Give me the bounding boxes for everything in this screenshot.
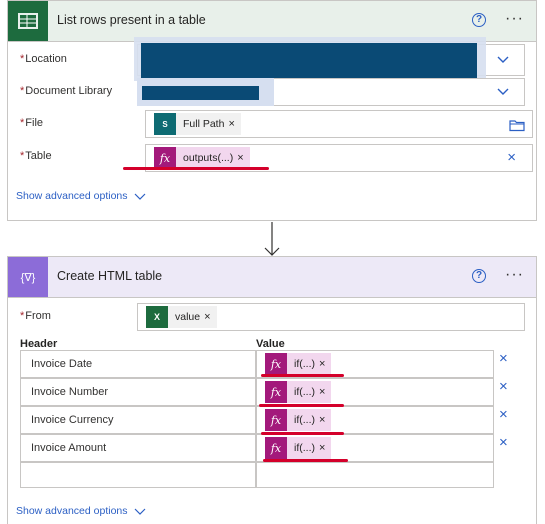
- delete-row-icon[interactable]: ×: [499, 350, 508, 367]
- annotation-underline: [123, 167, 269, 170]
- outputs-token[interactable]: fx outputs(...) ×: [154, 147, 250, 169]
- redacted-block: [141, 43, 477, 79]
- header-cell-text: Invoice Currency: [31, 414, 114, 426]
- excel-app-icon: [8, 1, 48, 41]
- outputs-token-label: outputs(...): [183, 152, 234, 164]
- fx-icon: fx: [265, 409, 287, 431]
- annotation-underline: [263, 459, 348, 462]
- remove-token-icon[interactable]: ×: [228, 118, 240, 130]
- from-field[interactable]: X value ×: [137, 303, 525, 331]
- sharepoint-icon: S: [154, 113, 176, 135]
- header-cell[interactable]: Invoice Date: [20, 350, 256, 378]
- value-cell-empty[interactable]: [256, 462, 494, 488]
- header-column-title: Header: [20, 338, 58, 350]
- value-token-label: value: [175, 311, 201, 323]
- if-token[interactable]: fx if(...) ×: [265, 437, 332, 459]
- redacted-block: [142, 86, 259, 100]
- remove-token-icon[interactable]: ×: [204, 311, 216, 323]
- header-cell-empty[interactable]: [20, 462, 256, 488]
- fx-icon: fx: [265, 353, 287, 375]
- clear-field-icon[interactable]: ×: [507, 149, 516, 166]
- value-token[interactable]: X value ×: [146, 306, 217, 328]
- file-field[interactable]: S Full Path ×: [145, 110, 533, 138]
- if-token-label: if(...): [294, 414, 315, 426]
- fx-icon: fx: [265, 437, 287, 459]
- value-cell[interactable]: fx if(...) ×: [256, 378, 494, 406]
- create-html-table-title: Create HTML table: [57, 269, 163, 283]
- if-token[interactable]: fx if(...) ×: [265, 381, 332, 403]
- remove-token-icon[interactable]: ×: [319, 386, 331, 398]
- delete-row-icon[interactable]: ×: [499, 406, 508, 423]
- list-rows-title: List rows present in a table: [57, 13, 206, 27]
- full-path-token-label: Full Path: [183, 118, 225, 130]
- show-advanced-options-link[interactable]: Show advanced options: [16, 505, 128, 517]
- folder-icon[interactable]: [509, 118, 525, 132]
- fx-icon: fx: [154, 147, 176, 169]
- value-cell[interactable]: fx if(...) ×: [256, 434, 494, 462]
- show-advanced-options-link[interactable]: Show advanced options: [16, 190, 128, 202]
- document-library-field[interactable]: [137, 78, 525, 106]
- header-cell[interactable]: Invoice Number: [20, 378, 256, 406]
- header-cell[interactable]: Invoice Currency: [20, 406, 256, 434]
- value-cell[interactable]: fx if(...) ×: [256, 406, 494, 434]
- annotation-underline: [259, 404, 344, 407]
- delete-row-icon[interactable]: ×: [499, 434, 508, 451]
- file-label: *File: [20, 117, 44, 129]
- remove-token-icon[interactable]: ×: [237, 152, 249, 164]
- from-label: *From: [20, 310, 51, 322]
- fx-icon: fx: [265, 381, 287, 403]
- annotation-underline: [261, 432, 344, 435]
- help-icon[interactable]: ?: [472, 269, 486, 283]
- data-operation-icon: {∇}: [8, 257, 48, 297]
- more-options-icon[interactable]: ···: [505, 266, 524, 284]
- delete-row-icon[interactable]: ×: [499, 378, 508, 395]
- create-html-table-header[interactable]: {∇} Create HTML table ? ···: [8, 257, 536, 298]
- chevron-down-icon[interactable]: [496, 85, 510, 99]
- create-html-table-card: {∇} Create HTML table ? ··· *From X valu…: [7, 256, 537, 524]
- if-token-label: if(...): [294, 386, 315, 398]
- remove-token-icon[interactable]: ×: [319, 442, 331, 454]
- chevron-down-icon[interactable]: [496, 53, 510, 67]
- help-icon[interactable]: ?: [472, 13, 486, 27]
- header-cell[interactable]: Invoice Amount: [20, 434, 256, 462]
- header-cell-text: Invoice Date: [31, 358, 93, 370]
- chevron-down-icon[interactable]: [134, 506, 146, 516]
- remove-token-icon[interactable]: ×: [319, 358, 331, 370]
- if-token[interactable]: fx if(...) ×: [265, 353, 332, 375]
- if-token-label: if(...): [294, 358, 315, 370]
- flow-arrow-icon: [264, 222, 280, 256]
- location-label: *Location: [20, 53, 67, 65]
- list-rows-card: List rows present in a table ? ··· *Loca…: [7, 0, 537, 221]
- list-rows-header[interactable]: List rows present in a table ? ···: [8, 1, 536, 42]
- location-field[interactable]: [134, 37, 525, 81]
- remove-token-icon[interactable]: ×: [319, 414, 331, 426]
- if-token[interactable]: fx if(...) ×: [265, 409, 332, 431]
- header-cell-text: Invoice Amount: [31, 442, 107, 454]
- if-token-label: if(...): [294, 442, 315, 454]
- document-library-label: *Document Library: [20, 85, 113, 97]
- full-path-token[interactable]: S Full Path ×: [154, 113, 241, 135]
- value-column-title: Value: [256, 338, 285, 350]
- data-operation-glyph: {∇}: [20, 271, 36, 284]
- chevron-down-icon[interactable]: [134, 191, 146, 201]
- more-options-icon[interactable]: ···: [505, 10, 524, 28]
- annotation-underline: [261, 374, 344, 377]
- table-label: *Table: [20, 150, 52, 162]
- excel-icon: X: [146, 306, 168, 328]
- header-cell-text: Invoice Number: [31, 386, 109, 398]
